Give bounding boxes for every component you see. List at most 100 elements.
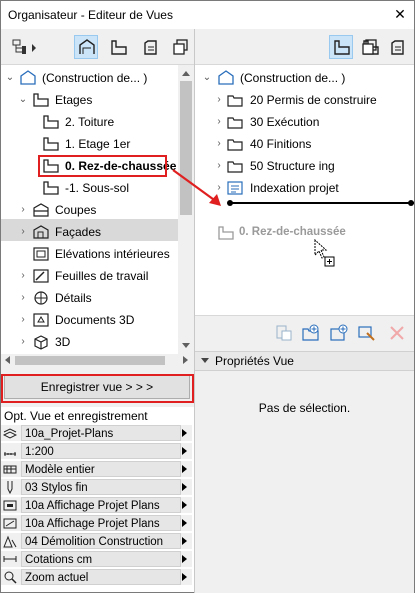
collapse-chevron-icon[interactable]: ⌄ bbox=[202, 67, 212, 89]
no-selection-text: Pas de sélection. bbox=[258, 401, 351, 415]
elevation-icon bbox=[33, 225, 49, 239]
tree-item-label: (Construction de... ) bbox=[42, 71, 148, 85]
option-scale[interactable]: 1:200 bbox=[1, 443, 192, 460]
collapse-triangle-icon[interactable] bbox=[201, 358, 209, 363]
settings-icon[interactable] bbox=[357, 323, 377, 343]
publisher-sets-tab[interactable] bbox=[138, 35, 162, 59]
view-properties-header[interactable]: Propriétés Vue bbox=[195, 351, 414, 371]
drop-insertion-line bbox=[228, 202, 414, 204]
selected-item-highlight-frame bbox=[38, 155, 167, 177]
right-toolbar bbox=[195, 29, 414, 65]
option-model-view[interactable]: 10a Affichage Projet Plans bbox=[1, 497, 192, 514]
submenu-arrow-icon bbox=[182, 447, 187, 455]
tree-item-label: 1. Etage 1er bbox=[65, 137, 131, 151]
organizer-stack-tab[interactable] bbox=[168, 35, 192, 59]
view-map-tab[interactable] bbox=[74, 35, 98, 59]
title-bar: Organisateur - Editeur de Vues ✕ bbox=[1, 1, 414, 29]
scale-icon bbox=[4, 452, 16, 456]
option-renovation[interactable]: 04 Démolition Construction bbox=[1, 533, 192, 550]
clone-folder-icon[interactable] bbox=[275, 324, 293, 342]
scroll-thumb[interactable] bbox=[15, 356, 165, 365]
structure-display-icon bbox=[3, 465, 17, 474]
publisher-sets-icon bbox=[391, 40, 404, 55]
detail-icon bbox=[34, 291, 48, 305]
option-value: 04 Démolition Construction bbox=[21, 533, 181, 549]
options-heading: Opt. Vue et enregistrement bbox=[4, 409, 148, 423]
drag-ghost-label: 0. Rez-de-chaussée bbox=[239, 226, 346, 238]
right-stack-tab[interactable] bbox=[357, 35, 381, 59]
story-icon bbox=[43, 137, 59, 151]
submenu-arrow-icon bbox=[182, 429, 187, 437]
submenu-arrow-icon bbox=[182, 573, 187, 581]
tree-item-label: -1. Sous-sol bbox=[65, 181, 130, 195]
close-button[interactable]: ✕ bbox=[392, 6, 408, 22]
project-map-dropdown-button[interactable] bbox=[6, 35, 40, 59]
worksheet-icon bbox=[33, 269, 49, 283]
dimension-icon bbox=[3, 556, 17, 562]
option-pen-set[interactable]: 03 Stylos fin bbox=[1, 479, 192, 496]
tree-item-label: 2. Toiture bbox=[65, 115, 115, 129]
option-value: Cotations cm bbox=[21, 551, 181, 567]
model-view-icon bbox=[3, 500, 17, 511]
submenu-arrow-icon bbox=[182, 519, 187, 527]
layout-book-tab[interactable] bbox=[106, 35, 130, 59]
folder-icon bbox=[227, 117, 243, 129]
option-value: 03 Stylos fin bbox=[21, 479, 181, 495]
option-layers[interactable]: 10a_Projet-Plans bbox=[1, 425, 192, 442]
submenu-arrow-icon bbox=[182, 537, 187, 545]
graphic-override-icon bbox=[3, 518, 17, 529]
expand-chevron-icon[interactable]: › bbox=[18, 221, 28, 243]
left-horizontal-scrollbar[interactable] bbox=[1, 354, 194, 367]
right-publisher-tab[interactable] bbox=[385, 35, 409, 59]
expand-chevron-icon[interactable]: › bbox=[18, 199, 28, 221]
expand-chevron-icon[interactable]: › bbox=[214, 133, 224, 155]
organizer-window: Organisateur - Editeur de Vues ✕ ⌄ (Cons… bbox=[0, 0, 415, 593]
scroll-left-arrow-icon[interactable] bbox=[5, 356, 10, 364]
zoom-icon bbox=[4, 571, 17, 584]
scroll-up-arrow-icon[interactable] bbox=[182, 71, 190, 76]
option-structure-display[interactable]: Modèle entier bbox=[1, 461, 192, 478]
option-dimensions[interactable]: Cotations cm bbox=[1, 551, 192, 568]
expand-chevron-icon[interactable]: › bbox=[18, 309, 28, 331]
view-sets-toolbar bbox=[195, 315, 414, 351]
option-zoom[interactable]: Zoom actuel bbox=[1, 569, 192, 586]
expand-chevron-icon[interactable]: › bbox=[214, 89, 224, 111]
tree-item-label: Détails bbox=[55, 291, 92, 305]
option-graphic-override[interactable]: 10a Affichage Projet Plans bbox=[1, 515, 192, 532]
option-value: 10a Affichage Projet Plans bbox=[21, 515, 181, 531]
submenu-arrow-icon bbox=[182, 465, 187, 473]
new-view-icon[interactable] bbox=[329, 323, 349, 343]
expand-chevron-icon[interactable]: › bbox=[18, 265, 28, 287]
new-folder-icon[interactable] bbox=[301, 323, 321, 343]
layout-book-icon bbox=[334, 40, 350, 55]
tree-item-label: 50 Structure ing bbox=[250, 159, 335, 173]
tree-item-label: Coupes bbox=[55, 203, 97, 217]
tree-item-label: 3D bbox=[55, 335, 71, 349]
collapse-chevron-icon[interactable]: ⌄ bbox=[5, 67, 15, 89]
pen-icon bbox=[7, 481, 13, 494]
3d-icon bbox=[34, 335, 48, 350]
layers-icon bbox=[3, 428, 17, 439]
tree-item-label: Feuilles de travail bbox=[55, 269, 149, 283]
window-title: Organisateur - Editeur de Vues bbox=[8, 8, 173, 22]
right-view-map-tab[interactable] bbox=[329, 35, 353, 59]
expand-chevron-icon[interactable]: › bbox=[18, 287, 28, 309]
expand-chevron-icon[interactable]: › bbox=[18, 331, 28, 353]
tree-item-label: Etages bbox=[55, 93, 93, 107]
section-icon bbox=[33, 203, 49, 217]
drop-line-end-dot bbox=[408, 200, 414, 206]
drag-direction-arrow-icon bbox=[172, 169, 221, 206]
scroll-right-arrow-icon[interactable] bbox=[183, 356, 188, 364]
delete-icon[interactable] bbox=[389, 325, 405, 341]
interior-elevation-icon bbox=[33, 247, 49, 261]
view-map-root-icon bbox=[20, 70, 36, 85]
scroll-down-arrow-icon[interactable] bbox=[182, 343, 190, 348]
drag-cursor-icon bbox=[314, 239, 335, 267]
layout-book-icon bbox=[111, 40, 127, 55]
option-value: 10a_Projet-Plans bbox=[21, 425, 181, 441]
expand-chevron-icon[interactable]: › bbox=[214, 111, 224, 133]
3d-document-icon bbox=[33, 313, 49, 327]
tree-item-label: Façades bbox=[55, 225, 102, 239]
collapse-chevron-icon[interactable]: ⌄ bbox=[18, 89, 28, 111]
properties-heading: Propriétés Vue bbox=[215, 354, 294, 368]
